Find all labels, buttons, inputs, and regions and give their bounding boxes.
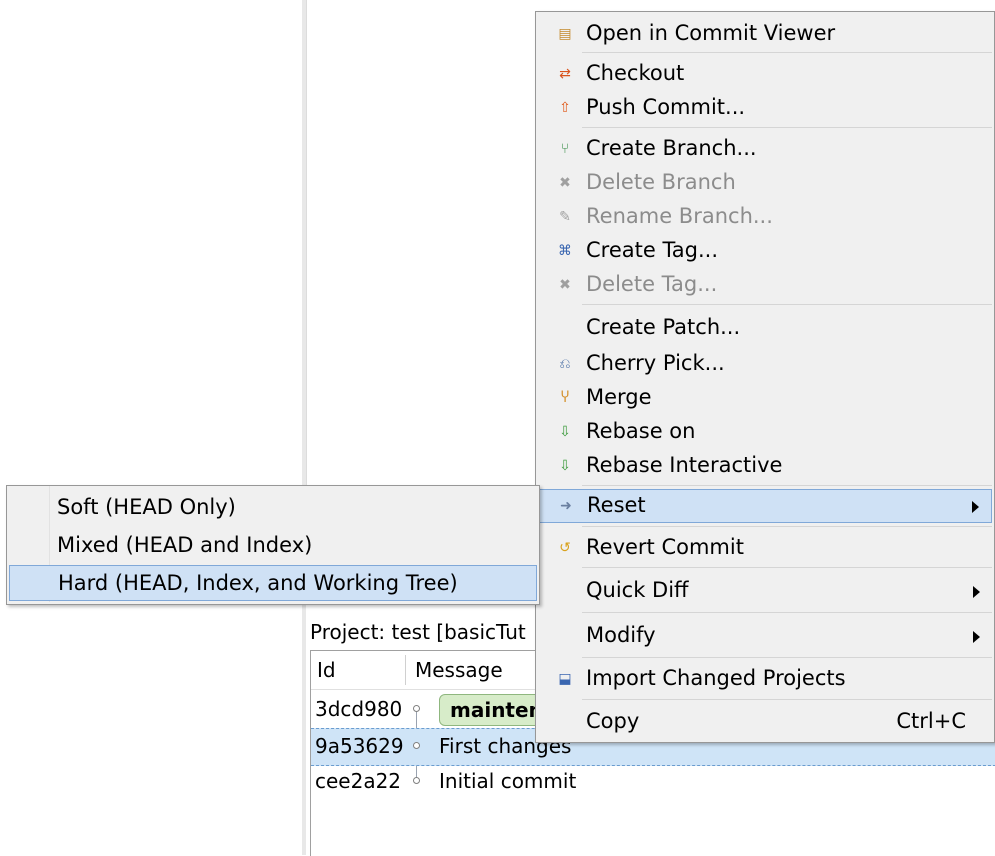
commit-message: Initial commit [439, 769, 577, 793]
rebase-icon: ⇩ [559, 424, 571, 440]
shortcut-label: Ctrl+C [896, 709, 966, 733]
delete-branch-icon: ✖ [559, 175, 571, 191]
table-row[interactable]: cee2a22 Initial commit [311, 764, 995, 800]
menu-separator [582, 485, 992, 486]
menu-item-label: Push Commit... [586, 95, 746, 119]
commit-node-icon [413, 705, 420, 712]
commit-node-icon [413, 777, 420, 784]
menu-item-delete-tag[interactable]: ✖ Delete Tag... [538, 269, 992, 301]
menu-item-revert-commit[interactable]: ↺ Revert Commit [538, 532, 992, 564]
menu-separator [582, 526, 992, 527]
menu-item-label: Open in Commit Viewer [586, 21, 836, 45]
menu-item-copy[interactable]: Copy Ctrl+C [538, 706, 992, 738]
menu-item-reset[interactable]: ➜ Reset [538, 489, 992, 523]
menu-item-label: Create Branch... [586, 136, 757, 160]
menu-item-rename-branch[interactable]: ✎ Rename Branch... [538, 201, 992, 233]
menu-item-label: Create Patch... [586, 315, 741, 339]
menu-item-rebase-interactive[interactable]: ⇩ Rebase Interactive [538, 450, 992, 482]
menu-item-label: Delete Branch [586, 170, 736, 194]
menu-separator [582, 699, 992, 700]
submenu-item-hard[interactable]: Hard (HEAD, Index, and Working Tree) [9, 565, 537, 601]
column-header-id[interactable]: Id [317, 651, 336, 689]
column-header-message[interactable]: Message [415, 651, 503, 689]
submenu-item-label: Soft (HEAD Only) [57, 495, 236, 519]
submenu-arrow-icon [973, 586, 980, 598]
menu-item-label: Merge [586, 385, 652, 409]
menu-separator [582, 567, 992, 568]
menu-item-checkout[interactable]: ⇄ Checkout [538, 58, 992, 90]
submenu-item-label: Hard (HEAD, Index, and Working Tree) [58, 571, 458, 595]
menu-item-label: Rebase on [586, 419, 696, 443]
menu-item-label: Copy [586, 709, 640, 733]
menu-item-label: Quick Diff [586, 578, 689, 602]
reset-icon: ➜ [560, 498, 572, 514]
rename-branch-icon: ✎ [559, 209, 571, 225]
left-panel [0, 0, 302, 855]
menu-item-import-changed-projects[interactable]: ⬓ Import Changed Projects [538, 663, 992, 695]
menu-item-label: Reset [587, 493, 646, 517]
menu-item-create-branch[interactable]: ⑂ Create Branch... [538, 133, 992, 165]
menu-item-quick-diff[interactable]: Quick Diff [538, 575, 992, 607]
menu-separator [582, 127, 992, 128]
project-label: Project: test [basicTut [310, 620, 526, 644]
menu-item-merge[interactable]: Ⴤ Merge [538, 382, 992, 414]
menu-item-modify[interactable]: Modify [538, 620, 992, 652]
menu-item-label: Import Changed Projects [586, 666, 846, 690]
revert-icon: ↺ [559, 540, 571, 556]
context-menu: ▤ Open in Commit Viewer ⇄ Checkout ⇧ Pus… [535, 11, 995, 743]
menu-item-label: Revert Commit [586, 535, 744, 559]
create-branch-icon: ⑂ [560, 141, 570, 157]
submenu-item-label: Mixed (HEAD and Index) [57, 533, 313, 557]
merge-icon: Ⴤ [560, 390, 570, 406]
commit-node-icon [413, 742, 420, 749]
menu-item-rebase-on[interactable]: ⇩ Rebase on [538, 416, 992, 448]
checkout-icon: ⇄ [559, 66, 571, 82]
menu-separator [582, 612, 992, 613]
import-icon: ⬓ [558, 671, 572, 687]
menu-item-label: Create Tag... [586, 238, 719, 262]
column-separator[interactable] [405, 655, 406, 685]
menu-separator [582, 304, 992, 305]
menu-item-label: Rename Branch... [586, 204, 773, 228]
rebase-interactive-icon: ⇩ [559, 458, 571, 474]
delete-tag-icon: ✖ [559, 277, 571, 293]
menu-separator [582, 52, 992, 53]
menu-item-create-tag[interactable]: ⌘ Create Tag... [538, 235, 992, 267]
menu-item-push-commit[interactable]: ⇧ Push Commit... [538, 92, 992, 124]
menu-item-open-in-commit-viewer[interactable]: ▤ Open in Commit Viewer [538, 18, 992, 50]
submenu-item-soft[interactable]: Soft (HEAD Only) [9, 490, 537, 524]
commit-id: cee2a22 [315, 769, 402, 793]
menu-item-label: Rebase Interactive [586, 453, 783, 477]
submenu-arrow-icon [973, 631, 980, 643]
submenu-item-mixed[interactable]: Mixed (HEAD and Index) [9, 528, 537, 562]
create-tag-icon: ⌘ [558, 243, 572, 259]
commit-id: 9a53629 [315, 734, 404, 758]
menu-item-delete-branch[interactable]: ✖ Delete Branch [538, 167, 992, 199]
submenu-arrow-icon [972, 501, 979, 513]
menu-item-cherry-pick[interactable]: ⎌ Cherry Pick... [538, 348, 992, 380]
menu-item-label: Delete Tag... [586, 272, 718, 296]
menu-separator [582, 657, 992, 658]
menu-item-label: Cherry Pick... [586, 351, 725, 375]
commit-viewer-icon: ▤ [558, 26, 572, 42]
reset-submenu: Soft (HEAD Only) Mixed (HEAD and Index) … [6, 485, 540, 605]
menu-item-label: Modify [586, 623, 656, 647]
cherry-pick-icon: ⎌ [559, 356, 571, 372]
menu-item-create-patch[interactable]: Create Patch... [538, 312, 992, 344]
push-icon: ⇧ [559, 100, 571, 116]
menu-item-label: Checkout [586, 61, 685, 85]
commit-id: 3dcd980 [315, 697, 403, 721]
